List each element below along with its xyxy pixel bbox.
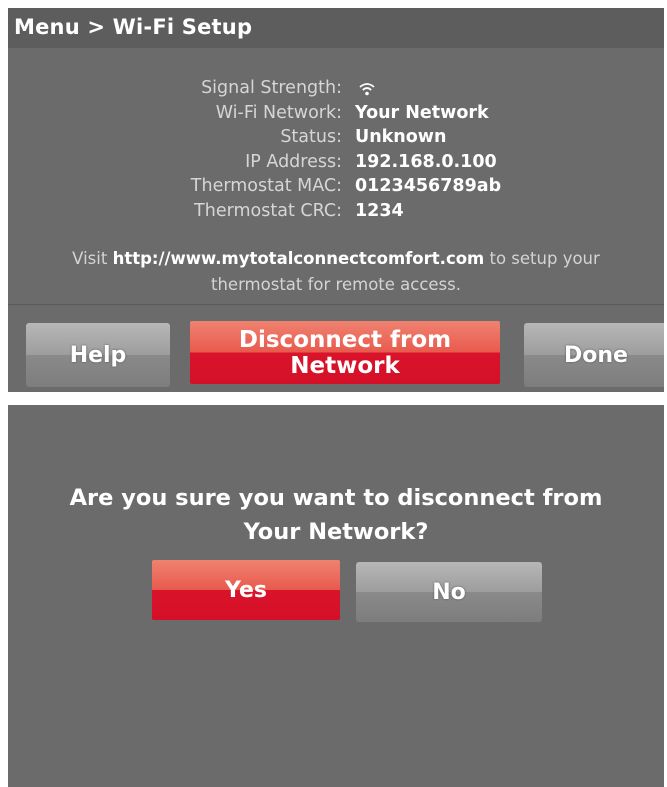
- confirm-disconnect-screen: Are you sure you want to disconnect from…: [8, 405, 664, 787]
- yes-button[interactable]: Yes: [152, 560, 340, 620]
- divider: [8, 304, 664, 305]
- title-bar: Menu > Wi-Fi Setup: [8, 8, 664, 48]
- signal-strength-label: Signal Strength:: [201, 78, 342, 98]
- visit-suffix: to setup your: [484, 249, 600, 268]
- info-row-thermostat-mac: Thermostat MAC: 0123456789ab: [8, 176, 664, 201]
- thermostat-mac-label: Thermostat MAC:: [190, 176, 342, 196]
- wifi-network-label: Wi-Fi Network:: [215, 102, 342, 123]
- info-row-signal-strength: Signal Strength:: [8, 78, 664, 103]
- no-button-label: No: [432, 579, 466, 605]
- wifi-network-value: Your Network: [355, 102, 489, 123]
- yes-button-label: Yes: [225, 577, 267, 603]
- disconnect-button-label-line1: Disconnect from: [238, 326, 452, 353]
- no-button[interactable]: No: [356, 562, 542, 622]
- visit-prefix: Visit: [72, 249, 113, 268]
- question-line2: Your Network?: [243, 519, 429, 545]
- question-line1: Are you sure you want to disconnect from: [69, 485, 603, 511]
- status-label: Status:: [280, 127, 342, 147]
- info-row-wifi-network: Wi-Fi Network: Your Network: [8, 103, 664, 128]
- remote-access-instructions: Visit http://www.mytotalconnectcomfort.c…: [8, 246, 664, 298]
- info-row-ip-address: IP Address: 192.168.0.100: [8, 152, 664, 177]
- wifi-signal-icon: [359, 83, 375, 96]
- status-value: Unknown: [355, 127, 447, 147]
- ip-address-label: IP Address:: [245, 151, 342, 172]
- ip-address-value: 192.168.0.100: [355, 151, 497, 172]
- thermostat-mac-value: 0123456789ab: [355, 176, 502, 196]
- done-button[interactable]: Done: [524, 323, 664, 387]
- page-title: Menu > Wi-Fi Setup: [14, 15, 253, 39]
- wifi-setup-screen: Menu > Wi-Fi Setup Signal Strength: Wi-F…: [8, 8, 664, 392]
- disconnect-from-network-button[interactable]: Disconnect from Network: [190, 321, 500, 384]
- help-button[interactable]: Help: [26, 323, 170, 387]
- done-button-label: Done: [564, 342, 628, 368]
- disconnect-button-label-line2: Network: [290, 352, 400, 379]
- visit-line2: thermostat for remote access.: [210, 275, 461, 294]
- help-button-label: Help: [69, 342, 127, 368]
- website-url: http://www.mytotalconnectcomfort.com: [112, 249, 485, 268]
- info-row-status: Status: Unknown: [8, 127, 664, 152]
- thermostat-crc-label: Thermostat CRC:: [194, 200, 342, 221]
- network-info: Signal Strength: Wi-Fi Network: Your Net…: [8, 78, 664, 225]
- info-row-thermostat-crc: Thermostat CRC: 1234: [8, 201, 664, 226]
- confirm-question: Are you sure you want to disconnect from…: [8, 481, 664, 549]
- thermostat-crc-value: 1234: [355, 200, 404, 221]
